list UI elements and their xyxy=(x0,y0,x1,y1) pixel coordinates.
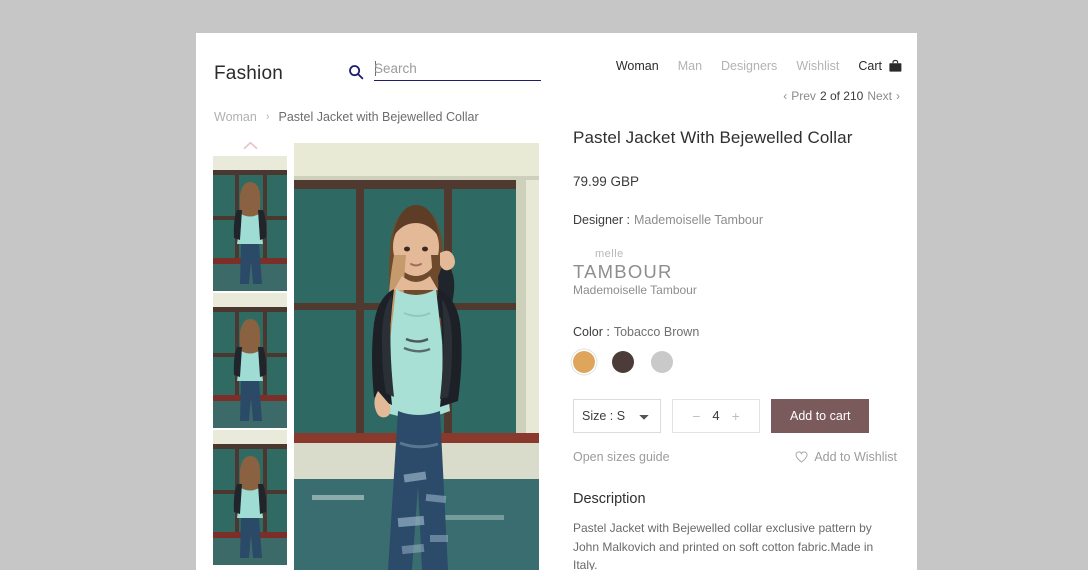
product-pagination: ‹ Prev 2 of 210 Next › xyxy=(783,89,900,103)
color-swatch-light-grey[interactable] xyxy=(651,350,673,373)
page-position: 2 of 210 xyxy=(819,89,864,103)
designer-label: Designer : xyxy=(573,213,630,227)
color-swatch-list xyxy=(573,350,903,373)
search-underline xyxy=(374,80,541,81)
breadcrumb-item-woman[interactable]: Woman xyxy=(214,110,257,124)
brandmark-sub: Mademoiselle Tambour xyxy=(573,282,697,297)
page-title: Pastel Jacket With Bejewelled Collar xyxy=(573,128,853,147)
color-value: Tobacco Brown xyxy=(613,324,700,339)
color-swatch-tobacco-brown[interactable] xyxy=(573,350,595,373)
add-to-cart-button[interactable]: Add to cart xyxy=(771,398,870,433)
thumbnail-2[interactable] xyxy=(213,293,287,428)
color-swatch-dark-brown[interactable] xyxy=(612,350,634,373)
chevron-up-icon xyxy=(243,141,257,149)
next-button[interactable]: Next xyxy=(867,89,892,103)
browser-canvas: Fashion Woman Man Designers Wishlist xyxy=(0,0,1088,570)
quantity-increment-button[interactable]: + xyxy=(732,409,740,423)
color-row: Color : Tobacco Brown xyxy=(573,325,903,339)
site-header: Fashion Woman Man Designers Wishlist xyxy=(196,33,917,103)
purchase-controls: Size : S − 4 + Add to cart xyxy=(573,398,903,433)
product-details: Pastel Jacket With Bejewelled Collar 79.… xyxy=(573,128,903,570)
nav-item-cart[interactable]: Cart xyxy=(858,59,903,73)
quantity-decrement-button[interactable]: − xyxy=(692,409,700,423)
search-input[interactable] xyxy=(374,61,539,80)
search-icon[interactable] xyxy=(348,64,364,80)
description-body: Pastel Jacket with Bejewelled collar exc… xyxy=(573,520,874,570)
heart-icon xyxy=(795,451,808,463)
nav-item-cart-label: Cart xyxy=(858,59,882,73)
prev-chevron-icon[interactable]: ‹ xyxy=(783,89,787,103)
nav-item-wishlist[interactable]: Wishlist xyxy=(796,59,839,73)
open-sizes-guide-link[interactable]: Open sizes guide xyxy=(573,450,670,464)
add-to-wishlist-button[interactable]: Add to Wishlist xyxy=(795,450,897,464)
thumbnail-gallery xyxy=(213,138,287,567)
quantity-stepper[interactable]: − 4 + xyxy=(672,398,760,433)
quantity-value: 4 xyxy=(712,408,720,424)
site-logo[interactable]: Fashion xyxy=(214,63,283,85)
shopping-bag-icon xyxy=(888,59,903,73)
thumbnail-1[interactable] xyxy=(213,156,287,291)
brandmark-main: TAMBOUR xyxy=(573,260,673,282)
add-to-wishlist-label: Add to Wishlist xyxy=(814,449,897,464)
gallery-scroll-up-button[interactable] xyxy=(213,138,287,152)
product-price: 79.99 GBP xyxy=(573,174,640,189)
main-navigation: Woman Man Designers Wishlist Cart xyxy=(616,59,903,73)
nav-item-designers[interactable]: Designers xyxy=(721,59,777,73)
breadcrumb: Woman › Pastel Jacket with Bejewelled Co… xyxy=(214,110,479,124)
next-chevron-icon[interactable]: › xyxy=(896,89,900,103)
designer-row: Designer : Mademoiselle Tambour xyxy=(573,213,903,227)
product-main-image[interactable] xyxy=(294,143,539,570)
description-heading: Description xyxy=(573,490,646,507)
designer-brandmark: melle TAMBOUR Mademoiselle Tambour xyxy=(573,248,903,297)
nav-item-woman[interactable]: Woman xyxy=(616,59,659,73)
designer-name[interactable]: Mademoiselle Tambour xyxy=(634,213,763,227)
product-page: Fashion Woman Man Designers Wishlist xyxy=(196,33,917,570)
breadcrumb-item-current: Pastel Jacket with Bejewelled Collar xyxy=(278,110,479,124)
nav-item-man[interactable]: Man xyxy=(678,59,702,73)
breadcrumb-separator-icon: › xyxy=(265,111,270,123)
brandmark-top: melle xyxy=(595,248,624,260)
prev-button[interactable]: Prev xyxy=(791,89,816,103)
secondary-actions: Open sizes guide Add to Wishlist xyxy=(573,450,897,464)
color-label: Color : xyxy=(573,324,610,339)
size-select[interactable]: Size : S xyxy=(573,398,661,433)
thumbnail-3[interactable] xyxy=(213,430,287,565)
